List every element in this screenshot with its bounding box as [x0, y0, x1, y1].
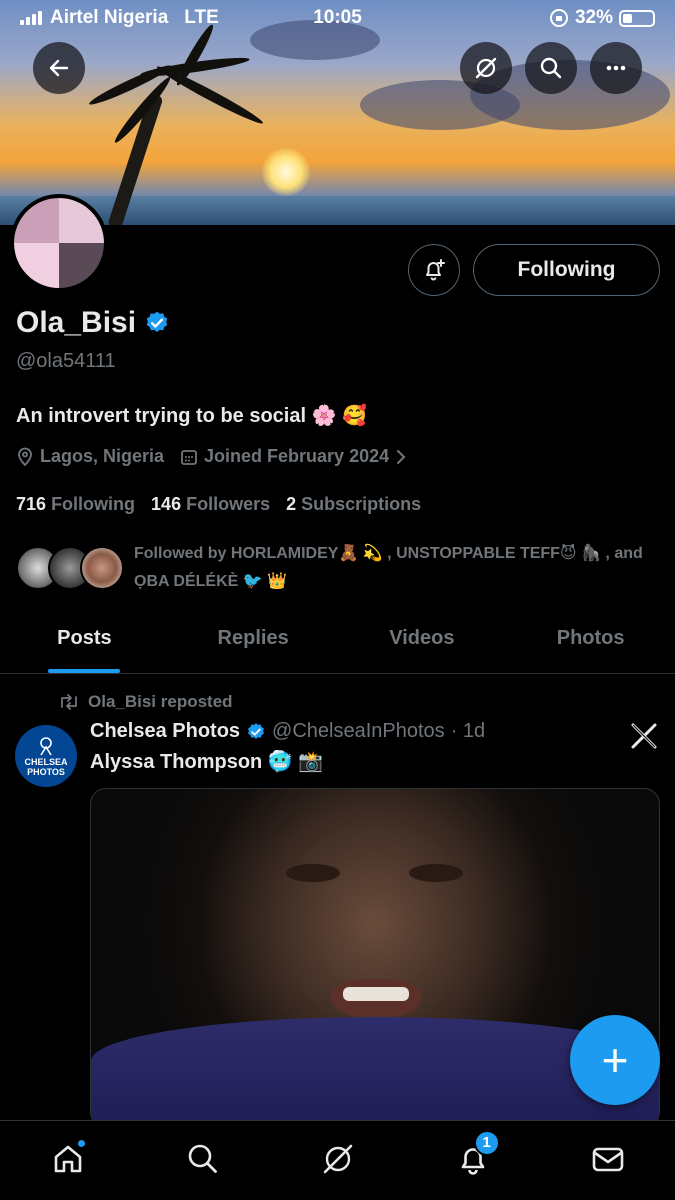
image-detail — [343, 987, 409, 1001]
chelsea-lion-icon — [40, 737, 52, 756]
battery-percent: 32% — [574, 7, 613, 28]
back-button[interactable] — [33, 42, 85, 94]
followed-by-avatars[interactable] — [16, 546, 126, 592]
following-stat[interactable]: 716 Following — [16, 494, 135, 515]
post-author-handle[interactable]: @ChelseaInPhotos — [272, 720, 445, 743]
chevron-right-icon — [397, 449, 406, 464]
status-bar: Airtel Nigeria LTE 10:05 32% — [0, 0, 675, 36]
carrier-info: Airtel Nigeria LTE — [20, 7, 219, 29]
profile-display-name: Ola_Bisi — [16, 306, 137, 339]
status-time: 10:05 — [313, 7, 362, 28]
repost-indicator: Ola_Bisi reposted — [58, 692, 233, 712]
profile-stats: 716 Following 146 Followers 2 Subscripti… — [16, 494, 421, 515]
post-header: Chelsea Photos @ChelseaInPhotos · 1d — [90, 720, 485, 743]
profile-meta: Lagos, Nigeria Joined February 2024 — [16, 446, 417, 467]
nav-search[interactable] — [178, 1134, 228, 1184]
verified-badge-icon — [248, 722, 264, 739]
followed-by-text[interactable]: Followed by HORLAMIDEY🧸 💫 , UNSTOPPABLE … — [134, 540, 644, 596]
avatar-text-line1: CHELSEA — [24, 757, 68, 767]
more-button[interactable] — [590, 42, 642, 94]
profile-bio: An introvert trying to be social 🌸 🥰 — [16, 405, 367, 427]
carrier-name: Airtel Nigeria — [50, 7, 169, 28]
orientation-lock-icon — [549, 9, 568, 27]
profile-tabs: Posts Replies Videos Photos — [0, 612, 675, 674]
followers-stat[interactable]: 146 Followers — [151, 494, 270, 515]
more-dots-icon — [606, 65, 626, 71]
image-detail — [286, 864, 340, 882]
grok-button[interactable] — [460, 42, 512, 94]
following-button[interactable]: Following — [473, 244, 660, 296]
profile-name-row: Ola_Bisi — [16, 306, 170, 340]
verified-badge-icon[interactable] — [144, 310, 170, 336]
network-type: LTE — [184, 7, 219, 28]
profile-avatar[interactable] — [10, 194, 108, 292]
location-pin-icon — [18, 447, 32, 466]
home-unread-dot — [75, 1137, 87, 1149]
nav-messages[interactable] — [583, 1134, 633, 1184]
search-icon — [188, 1144, 217, 1173]
notification-badge: 1 — [473, 1129, 500, 1156]
nav-home[interactable] — [43, 1134, 93, 1184]
tab-videos[interactable]: Videos — [338, 612, 507, 673]
compose-button[interactable]: + — [570, 1015, 660, 1105]
image-detail — [409, 864, 463, 882]
profile-handle: @ola54111 — [16, 350, 116, 372]
avatar — [80, 546, 124, 590]
tab-posts[interactable]: Posts — [0, 612, 169, 673]
subscriptions-stat[interactable]: 2 Subscriptions — [286, 494, 421, 515]
mail-icon — [592, 1147, 623, 1171]
join-date[interactable]: Joined February 2024 — [180, 446, 407, 467]
nav-grok[interactable] — [313, 1134, 363, 1184]
banner-palm-leaf — [154, 62, 266, 128]
x-logo-icon — [630, 722, 658, 757]
post-text: Alyssa Thompson 🥶 📸 — [90, 751, 324, 773]
post-author-avatar[interactable]: CHELSEA PHOTOS — [15, 725, 77, 787]
avatar-text-line2: PHOTOS — [27, 767, 65, 777]
post-time: · 1d — [450, 720, 486, 742]
banner-sun — [262, 148, 310, 196]
grok-icon — [323, 1144, 352, 1173]
join-date-text: Joined February 2024 — [204, 446, 390, 466]
battery-icon — [619, 9, 655, 27]
search-icon — [540, 57, 562, 79]
repost-icon — [61, 694, 77, 710]
repost-label: Ola_Bisi reposted — [88, 692, 233, 711]
location-text: Lagos, Nigeria — [40, 446, 165, 466]
bottom-navigation: 1 — [0, 1120, 675, 1200]
bell-plus-icon — [426, 259, 445, 281]
calendar-icon — [181, 449, 197, 465]
nav-notifications[interactable]: 1 — [448, 1129, 500, 1184]
tab-replies[interactable]: Replies — [169, 612, 338, 673]
tab-photos[interactable]: Photos — [506, 612, 675, 673]
location: Lagos, Nigeria — [16, 446, 164, 467]
post-author-name[interactable]: Chelsea Photos — [90, 720, 240, 743]
grok-icon — [475, 57, 497, 79]
back-arrow-icon — [49, 59, 69, 77]
signal-icon — [20, 11, 42, 25]
search-button[interactable] — [525, 42, 577, 94]
notification-subscribe-button[interactable] — [408, 244, 460, 296]
